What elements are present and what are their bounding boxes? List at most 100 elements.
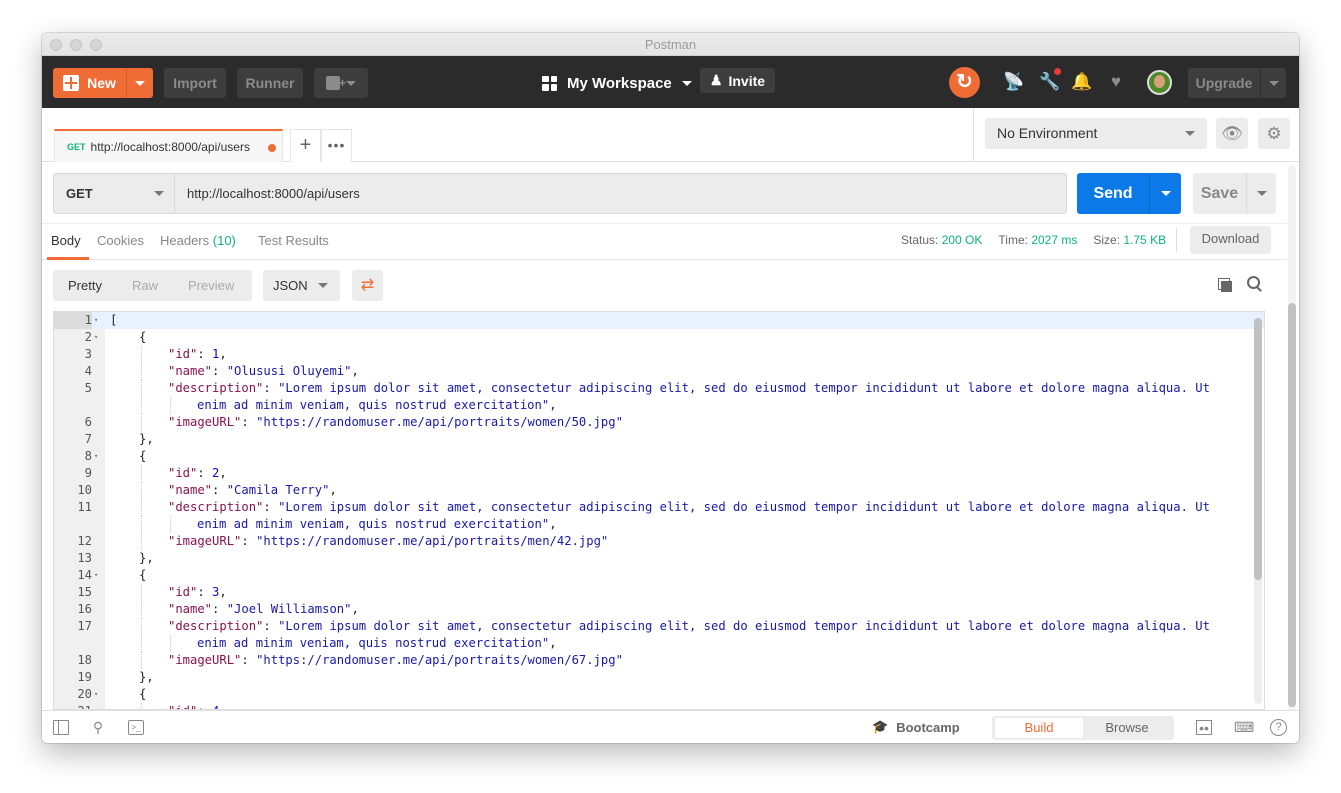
json-string: "Lorem ipsum dolor sit amet, consectetur…: [278, 500, 1210, 514]
minimize-window-button[interactable]: [70, 39, 82, 51]
chevron-down-icon: [1160, 191, 1171, 196]
code-text: "description": "Lorem ipsum dolor sit am…: [168, 499, 1210, 516]
postman-window: Postman New Import Runner My Workspace ♟…: [42, 33, 1299, 743]
code-line: 11 "description": "Lorem ipsum dolor sit …: [54, 499, 1264, 516]
tab-cookies[interactable]: Cookies: [97, 233, 144, 248]
language-select[interactable]: JSON: [263, 270, 340, 301]
fold-toggle-icon[interactable]: ▾: [94, 448, 98, 465]
upgrade-dropdown-button[interactable]: [1260, 68, 1286, 98]
more-tabs-button[interactable]: •••: [321, 129, 352, 162]
editor-scrollbar-thumb[interactable]: [1254, 318, 1262, 580]
new-dropdown-button[interactable]: [126, 68, 153, 98]
line-number: 19: [77, 670, 92, 684]
body-view-toolbar: Pretty Raw Preview JSON ⇄: [53, 270, 1275, 301]
json-key: "name": [168, 483, 213, 497]
bell-icon[interactable]: 🔔: [1071, 72, 1092, 92]
indent-guide: [141, 618, 142, 635]
code-line: 7},: [54, 431, 1264, 448]
download-button[interactable]: Download: [1190, 226, 1271, 254]
code-text: "name": "Camila Terry",: [168, 482, 337, 499]
browse-mode-button[interactable]: Browse: [1083, 718, 1171, 738]
workspace-label: My Workspace: [567, 74, 672, 92]
wrench-icon[interactable]: 🔧: [1039, 68, 1061, 92]
close-window-button[interactable]: [50, 39, 62, 51]
find-replace-icon[interactable]: ⚲: [90, 720, 106, 735]
bootcamp-button[interactable]: 🎓 Bootcamp: [872, 719, 960, 735]
method-select[interactable]: GET: [53, 173, 175, 214]
json-punctuation: :: [241, 415, 257, 429]
indent-guide: [141, 652, 142, 669]
build-mode-button[interactable]: Build: [995, 718, 1083, 738]
code-text: "name": "Joel Williamson",: [168, 601, 359, 618]
copy-icon[interactable]: [1218, 278, 1232, 292]
pane-scrollbar[interactable]: [1288, 165, 1296, 717]
editor-scrollbar[interactable]: [1254, 318, 1262, 704]
code-line: 21 "id": 4,: [54, 703, 1264, 709]
send-button[interactable]: Send: [1077, 173, 1181, 214]
two-pane-view-icon[interactable]: ••: [1196, 720, 1212, 736]
save-dropdown-button[interactable]: [1246, 173, 1276, 214]
send-dropdown-button[interactable]: [1149, 173, 1181, 214]
code-line: enim ad minim veniam, quis nostrud exerc…: [54, 397, 1264, 414]
manage-environments-button[interactable]: ⚙: [1258, 118, 1290, 149]
new-button[interactable]: New: [53, 68, 153, 98]
request-tab[interactable]: GET http://localhost:8000/api/users: [54, 129, 283, 162]
code-line: 12 "imageURL": "https://randomuser.me/api…: [54, 533, 1264, 550]
avatar[interactable]: [1147, 70, 1172, 95]
indent-guide: [141, 465, 142, 482]
json-punctuation: :: [212, 602, 227, 616]
save-button[interactable]: Save: [1193, 173, 1276, 214]
chevron-down-icon: [154, 191, 164, 196]
new-tab-button[interactable]: +: [290, 129, 321, 162]
code-line: 19},: [54, 669, 1264, 686]
upgrade-button[interactable]: Upgrade: [1188, 68, 1286, 98]
tab-headers[interactable]: Headers (10): [160, 233, 236, 248]
indent-guide: [141, 635, 142, 652]
toggle-sidebar-icon[interactable]: [53, 720, 69, 735]
code-line: 4 "name": "Olususi Oluyemi",: [54, 363, 1264, 380]
satellite-icon[interactable]: 📡: [1003, 72, 1024, 92]
view-pretty[interactable]: Pretty: [53, 278, 117, 293]
tab-body[interactable]: Body: [51, 233, 81, 248]
url-input[interactable]: [175, 173, 1067, 214]
console-icon[interactable]: >_: [128, 720, 144, 735]
line-number: 2: [84, 330, 92, 344]
environment-quick-look-button[interactable]: 👁: [1216, 118, 1248, 149]
grid-icon: [542, 75, 557, 91]
heart-icon[interactable]: ♥: [1106, 72, 1126, 92]
json-punctuation: ,: [219, 347, 227, 361]
json-key: "id": [168, 466, 198, 480]
code-line: 14 ▾ {: [54, 567, 1264, 584]
tab-test-results[interactable]: Test Results: [258, 233, 329, 248]
import-button[interactable]: Import: [164, 68, 226, 98]
search-icon[interactable]: [1247, 276, 1263, 294]
fold-toggle-icon[interactable]: ▾: [94, 567, 98, 584]
workspace-switcher[interactable]: My Workspace: [542, 68, 692, 98]
json-string: "https://randomuser.me/api/portraits/men…: [256, 534, 609, 548]
environment-select[interactable]: No Environment: [985, 118, 1207, 149]
code-lines: 1 ▾[2 ▾{3 "id": 1, 4 "name": "Olususi Oluyemi…: [54, 312, 1264, 709]
response-body-editor[interactable]: 1 ▾[2 ▾{3 "id": 1, 4 "name": "Olususi Oluyemi…: [53, 311, 1265, 710]
view-raw[interactable]: Raw: [117, 278, 173, 293]
sync-icon[interactable]: ↻: [949, 67, 980, 98]
chevron-down-icon: [346, 80, 356, 86]
help-icon[interactable]: ?: [1270, 719, 1287, 736]
keyboard-shortcuts-icon[interactable]: ⌨: [1234, 720, 1254, 735]
window-title: Postman: [644, 37, 697, 52]
zoom-window-button[interactable]: [90, 39, 102, 51]
fold-toggle-icon[interactable]: ▾: [94, 312, 98, 329]
fold-toggle-icon[interactable]: ▾: [94, 686, 98, 703]
runner-button[interactable]: Runner: [237, 68, 303, 98]
json-key: "description": [168, 619, 264, 633]
code-line: 3 "id": 1,: [54, 346, 1264, 363]
invite-button[interactable]: ♟ Invite: [700, 68, 775, 93]
wrap-lines-button[interactable]: ⇄: [352, 270, 383, 301]
fold-toggle-icon[interactable]: ▾: [94, 329, 98, 346]
chevron-down-icon: [1268, 80, 1279, 86]
new-window-button[interactable]: [314, 68, 368, 98]
pane-scrollbar-thumb[interactable]: [1288, 303, 1296, 707]
request-tab-bar: GET http://localhost:8000/api/users + ••…: [42, 108, 1299, 162]
code-line: 8 ▾ {: [54, 448, 1264, 465]
indent-guide: [141, 516, 142, 533]
view-preview[interactable]: Preview: [173, 278, 249, 293]
